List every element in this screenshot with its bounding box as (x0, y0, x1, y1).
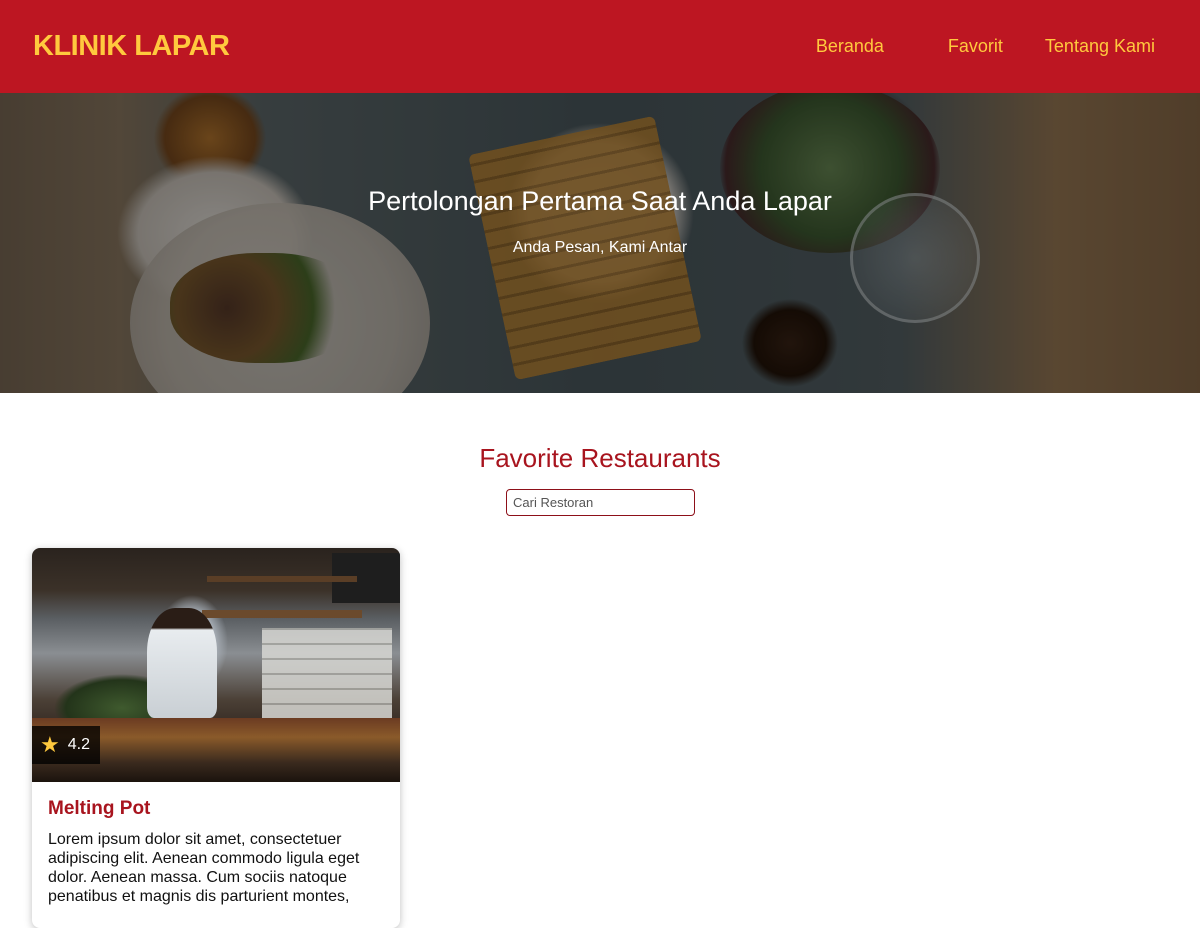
hero-text: Pertolongan Pertama Saat Anda Lapar Anda… (0, 93, 1200, 393)
nav-item-about[interactable]: Tentang Kami (1045, 36, 1155, 57)
nav-item-home[interactable]: Beranda (816, 36, 884, 57)
card-body: Melting Pot Lorem ipsum dolor sit amet, … (32, 782, 400, 906)
restaurant-image-tiles (262, 628, 392, 718)
search-input[interactable] (506, 489, 695, 516)
restaurant-image: ★ 4.2 (32, 548, 400, 782)
nav-item-favorite[interactable]: Favorit (948, 36, 1003, 57)
hero-banner: Pertolongan Pertama Saat Anda Lapar Anda… (0, 93, 1200, 393)
app-bar: KLINIK LAPAR Beranda Favorit Tentang Kam… (0, 0, 1200, 93)
restaurant-image-chef (147, 608, 217, 718)
hero-subtitle: Anda Pesan, Kami Antar (512, 238, 688, 256)
main-nav: Beranda Favorit Tentang Kami (816, 36, 1167, 57)
nav-list: Beranda Favorit Tentang Kami (816, 36, 1167, 57)
restaurant-card[interactable]: ★ 4.2 Melting Pot Lorem ipsum dolor sit … (32, 548, 400, 928)
restaurant-image-shelf (207, 576, 357, 582)
restaurant-image-shelf (202, 610, 362, 618)
rating-value: 4.2 (67, 736, 90, 753)
section-title: Favorite Restaurants (479, 443, 721, 473)
rating-badge: ★ 4.2 (32, 726, 100, 764)
main-content: Favorite Restaurants ★ 4.2 Melting Pot L… (0, 393, 1200, 928)
star-icon: ★ (40, 732, 60, 757)
brand-logo[interactable]: KLINIK LAPAR (33, 30, 230, 63)
restaurant-description: Lorem ipsum dolor sit amet, consectetuer… (48, 831, 360, 905)
hero-title: Pertolongan Pertama Saat Anda Lapar (368, 185, 832, 216)
restaurant-name[interactable]: Melting Pot (48, 798, 384, 820)
